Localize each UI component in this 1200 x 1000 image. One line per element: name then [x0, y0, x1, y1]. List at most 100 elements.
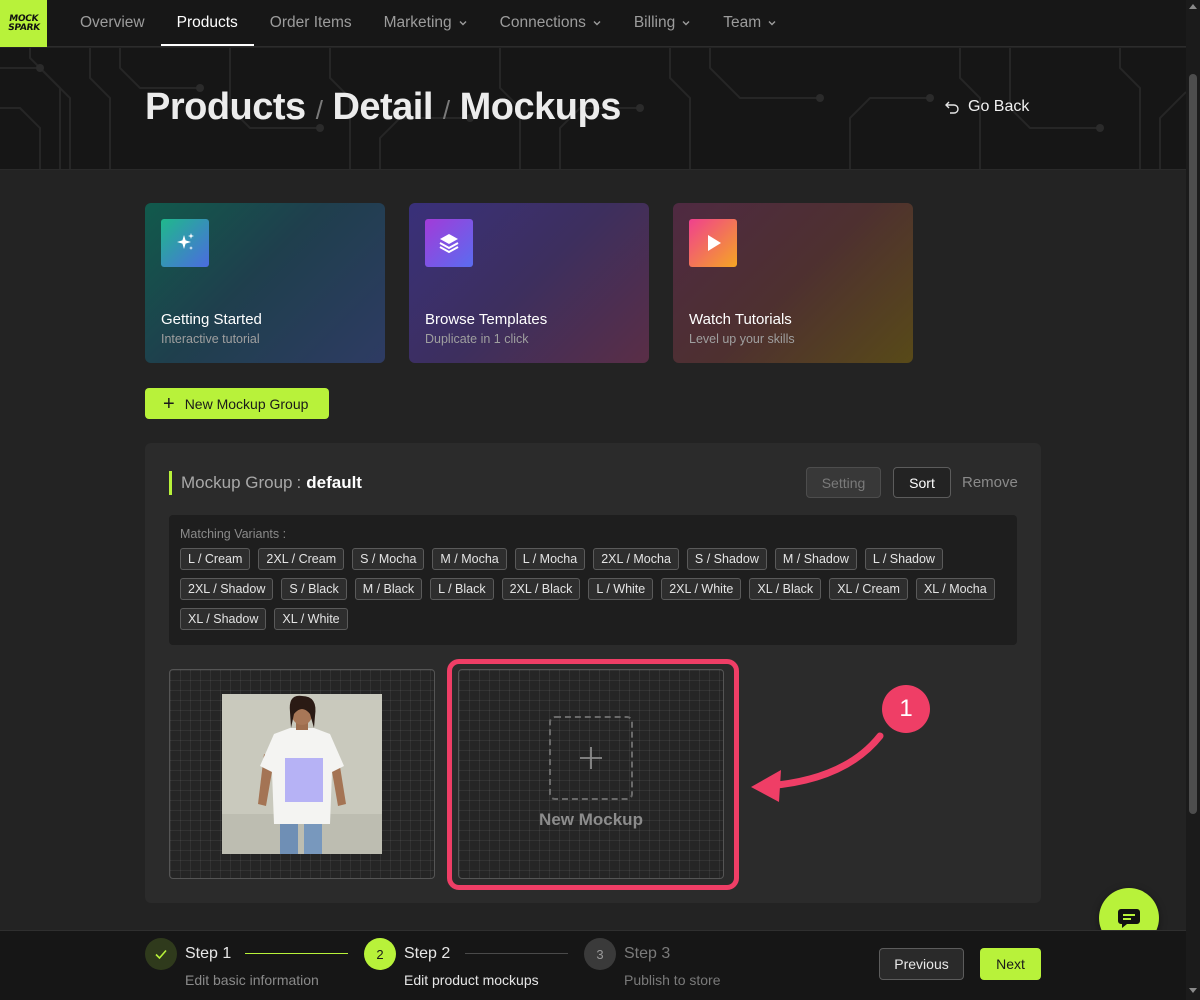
group-name: default — [306, 473, 362, 492]
layers-icon — [425, 219, 473, 267]
variant-chip: 2XL / Cream — [258, 548, 345, 570]
setting-button[interactable]: Setting — [806, 467, 881, 498]
nav-item-billing[interactable]: Billing — [618, 0, 707, 46]
variant-chip: L / White — [588, 578, 654, 600]
mockup-photo-tshirt-model — [222, 694, 382, 854]
card-browse-templates[interactable]: Browse Templates Duplicate in 1 click — [409, 203, 649, 363]
stepper-footer: Step 1 Edit basic information 2 Step 2 E… — [0, 930, 1186, 1000]
step-number-badge: 1 — [882, 685, 930, 733]
add-mockup-box[interactable] — [549, 716, 633, 800]
chat-bubble-icon — [1118, 909, 1140, 928]
nav-items: Overview Products Order Items Marketing … — [64, 0, 793, 46]
mockup-tile[interactable] — [169, 669, 435, 879]
variant-chip: XL / Mocha — [915, 578, 995, 600]
variant-chip: M / Mocha — [432, 548, 507, 570]
next-button[interactable]: Next — [980, 948, 1041, 980]
nav-item-team[interactable]: Team — [707, 0, 793, 46]
step-1[interactable]: Step 1 — [145, 938, 231, 970]
group-title-colon: : — [296, 473, 302, 492]
group-title-label: Mockup Group — [181, 473, 293, 492]
logo-text-line2: SPARK — [7, 22, 41, 33]
variant-chip: 2XL / Black — [501, 578, 581, 600]
variant-chip: M / Black — [354, 578, 423, 600]
step-title: Step 2 — [404, 945, 451, 962]
new-mockup-group-label: New Mockup Group — [184, 395, 309, 412]
variant-chip: S / Shadow — [686, 548, 767, 570]
variant-chip: 2XL / White — [661, 578, 742, 600]
previous-button[interactable]: Previous — [879, 948, 964, 980]
variant-chip: S / Black — [281, 578, 347, 600]
step-number: 2 — [364, 938, 396, 970]
variant-chip: L / Mocha — [514, 548, 586, 570]
card-subtitle: Duplicate in 1 click — [425, 332, 529, 346]
chevron-down-icon — [682, 21, 690, 26]
nav-item-marketing[interactable]: Marketing — [368, 0, 484, 46]
variant-chip: M / Shadow — [774, 548, 857, 570]
page-scrollbar[interactable] — [1186, 0, 1200, 1000]
check-icon — [145, 938, 177, 970]
card-title: Browse Templates — [425, 311, 548, 328]
play-icon — [689, 219, 737, 267]
step-title: Step 1 — [185, 945, 232, 962]
step-description: Edit product mockups — [404, 972, 539, 988]
variant-chip: 2XL / Mocha — [593, 548, 679, 570]
new-mockup-label: New Mockup — [539, 810, 643, 829]
breadcrumb-detail[interactable]: Detail — [332, 86, 433, 129]
nav-item-connections[interactable]: Connections — [484, 0, 618, 46]
variant-chip: XL / Black — [749, 578, 822, 600]
nav-item-products[interactable]: Products — [160, 0, 254, 46]
variant-chips: L / Cream 2XL / Cream S / Mocha M / Moch… — [180, 548, 1000, 630]
card-subtitle: Level up your skills — [689, 332, 795, 346]
plus-icon: + — [163, 392, 175, 415]
top-nav: MOCK SPARK Overview Products Order Items… — [0, 0, 1186, 47]
chevron-down-icon — [459, 21, 467, 26]
step-title: Step 3 — [624, 945, 671, 962]
mockspark-logo[interactable]: MOCK SPARK — [0, 0, 47, 47]
step-connector — [465, 953, 568, 954]
go-back-button[interactable]: Go Back — [944, 98, 1029, 116]
step-description: Edit basic information — [185, 972, 319, 988]
card-title: Watch Tutorials — [689, 311, 792, 328]
step-number: 3 — [584, 938, 616, 970]
go-back-label: Go Back — [968, 98, 1030, 115]
chevron-down-icon — [768, 21, 776, 26]
breadcrumb-products[interactable]: Products — [145, 86, 306, 129]
undo-arrow-icon — [945, 101, 959, 114]
variant-chip: L / Cream — [180, 548, 251, 570]
chevron-down-icon — [593, 21, 601, 26]
step-connector — [245, 953, 348, 954]
variant-chip: S / Mocha — [352, 548, 425, 570]
card-watch-tutorials[interactable]: Watch Tutorials Level up your skills — [673, 203, 913, 363]
new-mockup-tile[interactable]: New Mockup — [458, 669, 724, 879]
sort-button[interactable]: Sort — [893, 467, 951, 498]
card-title: Getting Started — [161, 311, 262, 328]
variant-chip: XL / Shadow — [180, 608, 267, 630]
page-header: Products / Detail / Mockups Go Back — [0, 48, 1186, 170]
card-getting-started[interactable]: Getting Started Interactive tutorial — [145, 203, 385, 363]
step-description: Publish to store — [624, 972, 721, 988]
card-subtitle: Interactive tutorial — [161, 332, 260, 346]
scroll-down-arrow-icon[interactable] — [1189, 988, 1197, 993]
mockup-group-title: Mockup Group : default — [169, 471, 362, 495]
variant-chip: L / Shadow — [864, 548, 943, 570]
variant-chip: L / Black — [430, 578, 494, 600]
step-3[interactable]: 3 Step 3 — [584, 938, 670, 970]
matching-variants-box: Matching Variants : L / Cream 2XL / Crea… — [169, 515, 1017, 645]
plus-icon — [580, 747, 602, 769]
pointer-arrow-icon — [751, 732, 884, 802]
scroll-up-arrow-icon[interactable] — [1189, 4, 1197, 9]
breadcrumb-separator: / — [442, 95, 450, 125]
matching-variants-label: Matching Variants : — [180, 527, 287, 541]
sparkles-icon — [161, 219, 209, 267]
breadcrumb: Products / Detail / Mockups — [145, 86, 621, 129]
nav-item-overview[interactable]: Overview — [64, 0, 161, 46]
remove-button[interactable]: Remove — [962, 474, 1018, 491]
breadcrumb-separator: / — [315, 95, 323, 125]
variant-chip: XL / White — [274, 608, 348, 630]
step-2[interactable]: 2 Step 2 — [364, 938, 450, 970]
scrollbar-thumb[interactable] — [1189, 74, 1197, 814]
breadcrumb-mockups: Mockups — [459, 86, 622, 128]
mockup-group-panel: Mockup Group : default Setting Sort Remo… — [145, 443, 1041, 903]
nav-item-order-items[interactable]: Order Items — [254, 0, 368, 46]
new-mockup-group-button[interactable]: + New Mockup Group — [145, 388, 329, 419]
